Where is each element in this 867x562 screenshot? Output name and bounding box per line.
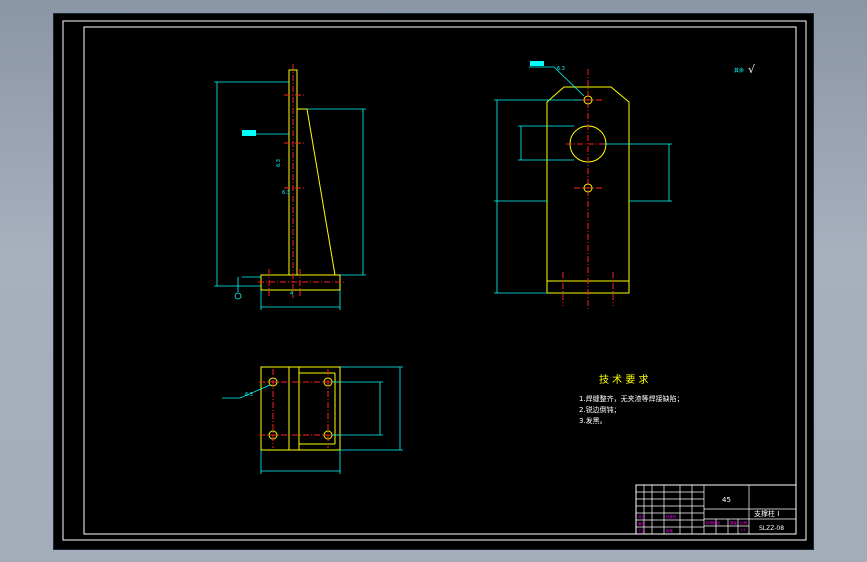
svg-text:6.3: 6.3	[276, 159, 282, 167]
drawing-sheet: 6.3 6.3 4 6.3 6.3 其余 √ 技 术 要 求 1.焊缝整齐，无夹…	[53, 13, 814, 550]
technical-requirements: 技 术 要 求 1.焊缝整齐，无夹渣等焊接缺陷； 2.锐边倒钝； 3.发黑。	[579, 373, 684, 425]
tb-cell-9: 1:2	[740, 528, 746, 532]
tb-cell-4: 标准化	[666, 514, 677, 519]
roughness-check-mark: √	[748, 63, 756, 76]
tech-req-item-3: 3.发黑。	[579, 416, 607, 425]
tb-cell-5: 批准	[666, 528, 674, 533]
outer-border	[62, 20, 807, 541]
tech-req-item-1: 1.焊缝整齐，无夹渣等焊接缺陷；	[579, 394, 684, 403]
tb-cell-3: 工艺	[638, 528, 646, 533]
part-name-text: 支撑柱 I	[754, 509, 779, 518]
tb-cell-8: 比例	[740, 520, 748, 525]
roughness-note-text: 其余	[734, 67, 744, 74]
tb-cell-6: 阶段标记	[706, 520, 720, 525]
front-view: 6.3 6.3 4	[214, 64, 366, 310]
cad-drawing: 6.3 6.3 4 6.3 6.3 其余 √ 技 术 要 求 1.焊缝整齐，无夹…	[62, 20, 807, 541]
rib-outline	[297, 108, 336, 276]
svg-text:6.3: 6.3	[557, 66, 565, 72]
material-text: 45	[722, 496, 731, 504]
tech-req-title: 技 术 要 求	[599, 373, 649, 386]
tb-cell-7: 重量	[730, 520, 738, 525]
svg-text:6.3: 6.3	[245, 392, 253, 398]
svg-text:4: 4	[290, 291, 293, 297]
tech-req-item-2: 2.锐边倒钝；	[579, 405, 621, 414]
title-block: 45 支撑柱 I SLZZ-08 设计 审核 工艺 标准化 批准 阶段标记 重量…	[635, 484, 797, 535]
svg-text:6.3: 6.3	[282, 190, 290, 196]
tb-cell-2: 审核	[638, 521, 646, 526]
roughness-note: 其余 √	[734, 63, 756, 76]
inner-border	[83, 26, 797, 535]
side-view: 6.3	[494, 61, 672, 309]
tb-cell-1: 设计	[638, 514, 646, 519]
drawing-number-text: SLZZ-08	[759, 525, 784, 532]
top-view: 6.3	[222, 366, 403, 474]
